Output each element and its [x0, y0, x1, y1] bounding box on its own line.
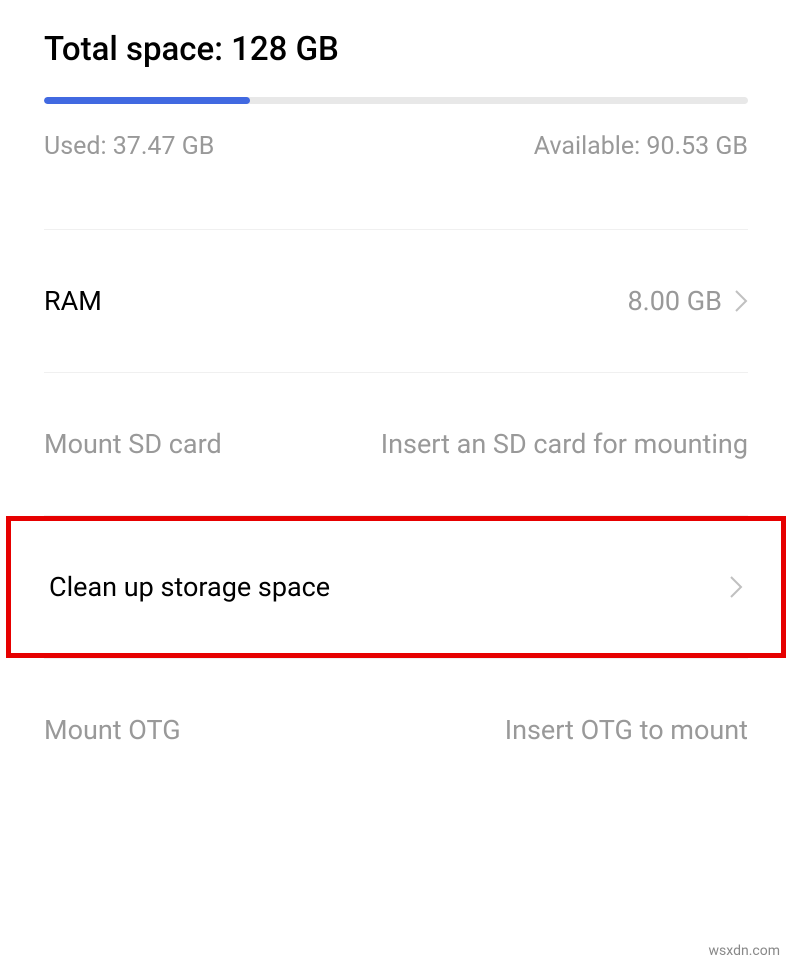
mount-sd-card-item: Mount SD card Insert an SD card for moun…: [0, 373, 792, 515]
ram-item[interactable]: RAM 8.00 GB: [0, 230, 792, 372]
storage-labels: Used: 37.47 GB Available: 90.53 GB: [44, 132, 748, 229]
mount-otg-item: Mount OTG Insert OTG to mount: [0, 659, 792, 801]
clean-up-storage-right: [729, 575, 743, 599]
mount-sd-card-right: Insert an SD card for mounting: [381, 428, 748, 460]
storage-progress-bar: [44, 97, 748, 104]
chevron-right-icon: [729, 575, 743, 599]
mount-sd-card-label: Mount SD card: [44, 428, 222, 460]
storage-progress-fill: [44, 97, 250, 104]
ram-right: 8.00 GB: [627, 285, 748, 317]
clean-up-storage-item[interactable]: Clean up storage space: [6, 516, 786, 658]
ram-label: RAM: [44, 285, 102, 317]
mount-otg-hint: Insert OTG to mount: [505, 714, 748, 746]
clean-up-storage-label: Clean up storage space: [49, 571, 330, 603]
mount-sd-card-hint: Insert an SD card for mounting: [381, 428, 748, 460]
total-space-title: Total space: 128 GB: [44, 30, 748, 69]
total-space-section: Total space: 128 GB Used: 37.47 GB Avail…: [0, 0, 792, 229]
chevron-right-icon: [734, 289, 748, 313]
ram-value: 8.00 GB: [627, 285, 722, 317]
mount-otg-right: Insert OTG to mount: [505, 714, 748, 746]
used-label: Used: 37.47 GB: [44, 132, 214, 161]
mount-otg-label: Mount OTG: [44, 714, 181, 746]
watermark: wsxdn.com: [705, 941, 784, 961]
available-label: Available: 90.53 GB: [534, 132, 748, 161]
